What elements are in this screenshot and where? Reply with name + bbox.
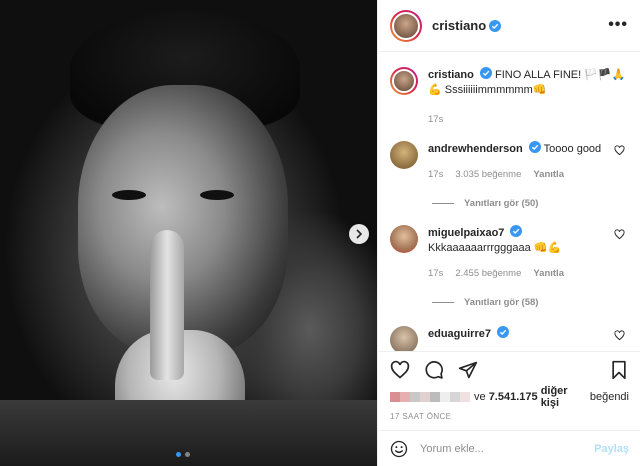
view-replies-label: Yanıtları gör (58) <box>464 297 539 308</box>
author-avatar[interactable] <box>390 9 422 42</box>
liker-avatars-blurred <box>390 392 470 402</box>
verified-icon <box>497 326 510 338</box>
comment-likes[interactable]: 2.455 beğenme <box>455 266 521 281</box>
likes-verb: beğendi <box>589 391 629 403</box>
heart-icon[interactable] <box>390 360 410 380</box>
verified-icon <box>489 19 502 32</box>
author-username[interactable]: cristiano <box>432 18 486 33</box>
view-replies-label: Yanıtları gör (50) <box>464 198 539 209</box>
view-replies-button[interactable]: Yanıtları gör (58) <box>432 297 629 308</box>
comment-likes[interactable]: 3.035 beğenme <box>455 167 521 182</box>
comments-list[interactable]: cristiano FINO ALLA FINE! 🏳️🏴🙏 💪 Sssiiii… <box>378 53 640 351</box>
reply-button[interactable]: Yanıtla <box>533 167 564 182</box>
caption-username[interactable]: cristiano <box>428 69 474 81</box>
reply-button[interactable]: Yanıtla <box>533 266 564 281</box>
carousel-dot <box>185 452 190 457</box>
comment-username[interactable]: miguelpaixao7 <box>428 227 504 239</box>
author-avatar-small[interactable] <box>390 67 418 95</box>
verified-icon <box>510 225 523 237</box>
more-icon: ••• <box>608 16 628 33</box>
verified-icon <box>528 141 541 153</box>
comment-composer: Paylaş <box>378 430 640 466</box>
likes-summary[interactable]: ve 7.541.175 diğer kişi beğendi <box>378 385 640 409</box>
post-timestamp[interactable]: 17 SAAT ÖNCE <box>378 406 640 428</box>
comment-time[interactable]: 17s <box>428 266 443 281</box>
carousel-dot-active <box>176 452 181 457</box>
next-photo-button[interactable] <box>349 224 369 244</box>
comment-row: andrewhenderson Toooo good 17s 3.035 beğ… <box>390 141 629 182</box>
share-icon[interactable] <box>458 360 478 380</box>
verified-icon <box>479 67 492 79</box>
commenter-avatar[interactable] <box>390 225 418 253</box>
commenter-avatar[interactable] <box>390 141 418 169</box>
comment-row: eduaguirre7 <box>390 326 629 351</box>
likes-count[interactable]: 7.541.175 <box>489 391 538 403</box>
heart-icon[interactable] <box>614 145 625 156</box>
caption-time[interactable]: 17s <box>428 112 443 127</box>
post-comment-button[interactable]: Paylaş <box>594 443 629 455</box>
view-replies-button[interactable]: Yanıtları gör (50) <box>432 198 629 209</box>
likes-prefix: ve <box>474 391 486 403</box>
comment-text: Kkkaaaaaarrrgggaaa 👊💪 <box>428 242 562 254</box>
comment-username[interactable]: eduaguirre7 <box>428 328 491 340</box>
emoji-icon[interactable] <box>390 440 408 458</box>
comment-input[interactable] <box>420 442 595 455</box>
action-section: ve 7.541.175 diğer kişi beğendi 17 SAAT … <box>378 351 640 428</box>
post-photo[interactable] <box>0 0 377 466</box>
comment-text: Toooo good <box>543 143 602 155</box>
comment-time[interactable]: 17s <box>428 167 443 182</box>
comment-row: miguelpaixao7 Kkkaaaaaarrrgggaaa 👊💪 17s … <box>390 225 629 281</box>
photo-eye-left <box>112 190 146 200</box>
chevron-right-icon <box>356 229 363 239</box>
photo-eye-right <box>200 190 234 200</box>
caption-row: cristiano FINO ALLA FINE! 🏳️🏴🙏 💪 Sssiiii… <box>390 67 629 127</box>
heart-icon[interactable] <box>614 330 625 341</box>
bookmark-icon[interactable] <box>609 360 629 380</box>
carousel-dots <box>176 452 190 457</box>
likes-suffix[interactable]: diğer kişi <box>541 385 587 409</box>
post-side-panel: cristiano ••• cristiano FINO ALLA FINE! … <box>377 0 640 466</box>
commenter-avatar[interactable] <box>390 326 418 351</box>
action-bar <box>378 352 640 388</box>
post-header: cristiano ••• <box>378 0 640 52</box>
more-options-button[interactable]: ••• <box>608 16 628 34</box>
comment-username[interactable]: andrewhenderson <box>428 143 523 155</box>
photo-finger <box>150 230 184 380</box>
heart-icon[interactable] <box>614 229 625 240</box>
comment-icon[interactable] <box>424 360 444 380</box>
